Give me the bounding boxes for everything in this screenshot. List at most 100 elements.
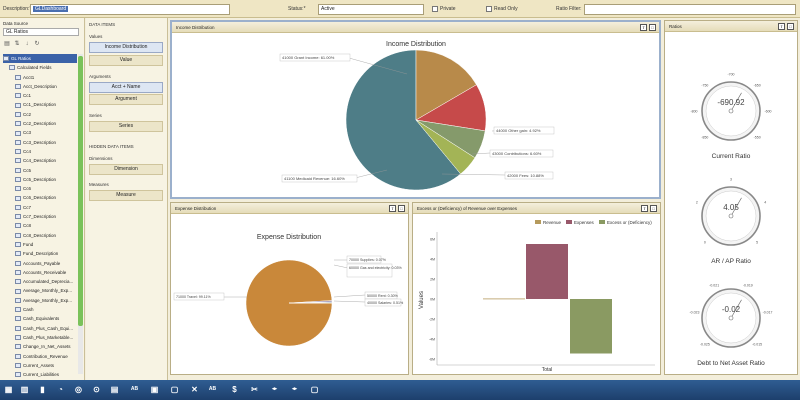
argument-button[interactable]: Argument: [89, 94, 163, 105]
bar-1[interactable]: [526, 244, 568, 299]
currency-icon[interactable]: $: [228, 383, 241, 396]
value-button[interactable]: Value: [89, 55, 163, 66]
tree-field-item[interactable]: Cc5_Description: [3, 175, 77, 184]
tree-field-item[interactable]: Cc1_Description: [3, 100, 77, 109]
tree-field-item[interactable]: Acct1: [3, 73, 77, 82]
bar-2[interactable]: [570, 299, 612, 354]
readonly-checkbox[interactable]: [486, 6, 492, 12]
gauge-tick-label: -0.023: [689, 311, 699, 315]
measure-button[interactable]: Measure: [89, 190, 163, 201]
maximize-icon[interactable]: □: [398, 205, 405, 212]
export-icon[interactable]: ⇪: [778, 23, 785, 30]
export-icon[interactable]: ⇪: [389, 205, 396, 212]
datasource-icon: [3, 56, 9, 62]
tree-field-item[interactable]: Cc6: [3, 184, 77, 193]
scroll-thumb[interactable]: [78, 56, 83, 326]
group-icon[interactable]: ▤: [3, 40, 11, 48]
tree-field-item[interactable]: Cc6_Description: [3, 193, 77, 202]
income-distribution-button[interactable]: Income Distribution: [89, 42, 163, 53]
maximize-icon[interactable]: □: [649, 24, 656, 31]
tree-field-item[interactable]: Change_In_Net_Assets: [3, 342, 77, 351]
gauge-tick-label: -650: [754, 83, 761, 87]
table-icon[interactable]: ▤: [108, 383, 121, 396]
tree-field-item[interactable]: Current_Liabilities: [3, 370, 77, 379]
acct-name-button[interactable]: Acct + Name: [89, 82, 163, 93]
gauge-tick-label: -550: [754, 136, 761, 140]
tree-field-item[interactable]: Cash_Plus_Marketable...: [3, 333, 77, 342]
export-icon[interactable]: ⇪: [641, 205, 648, 212]
tree-field-item[interactable]: Acct_Description: [3, 82, 77, 91]
excess-deficiency-panel[interactable]: Excess or (Deficiency) of Revenue over E…: [412, 202, 661, 375]
tree-scrollbar[interactable]: [78, 54, 83, 374]
expense-distribution-panel[interactable]: Expense Distribution ⇪ □ Expense Distrib…: [170, 202, 409, 375]
series-heading: Series: [89, 113, 102, 118]
tree-field-item[interactable]: Calculated Fields: [3, 63, 77, 72]
sort-desc-icon[interactable]: ↓: [23, 40, 31, 48]
tree-field-item[interactable]: Cash: [3, 305, 77, 314]
bar-chart-icon[interactable]: ▮: [36, 383, 49, 396]
card-icon[interactable]: ⊙: [90, 383, 103, 396]
legend-label: Revenue: [543, 220, 562, 225]
tree-field-item[interactable]: Fund: [3, 240, 77, 249]
tree-field-item[interactable]: Cc2: [3, 110, 77, 119]
tree-field-item[interactable]: Cash_Plus_Cash_Equi...: [3, 324, 77, 333]
refresh-icon[interactable]: ↻: [33, 40, 41, 48]
tree-field-item[interactable]: Current_Assets: [3, 361, 77, 370]
field-tree: GL Ratios Calculated Fields Acct1 Acct_Des…: [3, 54, 77, 389]
rename-icon[interactable]: AB: [206, 383, 219, 396]
maximize-icon[interactable]: □: [787, 23, 794, 30]
tree-field-item[interactable]: Cc8_Description: [3, 231, 77, 240]
tree-field-item[interactable]: Fund_Description: [3, 249, 77, 258]
income-distribution-panel[interactable]: Income Distribution ⇪ □ Income Distribut…: [170, 20, 661, 199]
tree-field-item[interactable]: Contribution_Revenue: [3, 352, 77, 361]
tree-field-item[interactable]: Cash_Equivalents: [3, 314, 77, 323]
tree-field-item[interactable]: Cc3_Description: [3, 138, 77, 147]
text-box-icon[interactable]: AB: [128, 383, 141, 396]
next-icon[interactable]: ◂▸: [288, 383, 301, 396]
tree-field-item[interactable]: Accounts_Payable: [3, 259, 77, 268]
image-icon[interactable]: ▣: [148, 383, 161, 396]
private-checkbox[interactable]: [432, 6, 438, 12]
ratios-panel[interactable]: Ratios ⇪ □ -850 -800 -750 -700 -650 -600 -550-…: [664, 20, 798, 375]
group-icon[interactable]: ▢: [168, 383, 181, 396]
pie-chart-icon[interactable]: ◔: [54, 383, 67, 396]
pivot-icon[interactable]: ▥: [18, 383, 31, 396]
pie-label: 50000 Rent: 0.30%: [367, 294, 399, 298]
series-button[interactable]: Series: [89, 121, 163, 132]
delete-icon[interactable]: ✕: [188, 383, 201, 396]
bar-0[interactable]: [483, 298, 525, 300]
previous-icon[interactable]: ◂▸: [268, 383, 281, 396]
window-icon[interactable]: ▢: [308, 383, 321, 396]
tree-field-item[interactable]: Accumulated_Deprecia...: [3, 277, 77, 286]
maximize-icon[interactable]: □: [650, 205, 657, 212]
tree-field-item[interactable]: Cc7: [3, 203, 77, 212]
export-icon[interactable]: ⇪: [640, 24, 647, 31]
ratio-gauges: -850 -800 -750 -700 -650 -600 -550 -690.92 Curre…: [689, 73, 772, 368]
tree-field-item[interactable]: Cc2_Description: [3, 119, 77, 128]
description-input[interactable]: GLDashboard: [30, 4, 230, 15]
tree-field-item[interactable]: Cc1: [3, 91, 77, 100]
data-source-select[interactable]: GL Ratios: [3, 28, 79, 36]
sort-icon[interactable]: ⇅: [13, 40, 21, 48]
field-icon: [15, 186, 21, 192]
tree-field-item[interactable]: Average_Monthly_Exp...: [3, 286, 77, 295]
tree-field-item[interactable]: Cc7_Description: [3, 212, 77, 221]
grid-icon[interactable]: ▦: [2, 383, 15, 396]
status-select[interactable]: Active: [318, 4, 424, 15]
pie-label: 44000 Other gain: 4.92%: [496, 128, 541, 133]
dimension-button[interactable]: Dimension: [89, 164, 163, 175]
cut-icon[interactable]: ✂: [248, 383, 261, 396]
tree-field-item[interactable]: Cc8: [3, 221, 77, 230]
tree-field-item[interactable]: Cc5: [3, 166, 77, 175]
legend-swatch: [599, 220, 605, 224]
tree-field-item[interactable]: Average_Monthly_Exp...: [3, 296, 77, 305]
ratio-filter-input[interactable]: [584, 4, 796, 15]
tree-field-item[interactable]: Cc4_Description: [3, 156, 77, 165]
tree-field-item[interactable]: Cc3: [3, 128, 77, 137]
tree-field-item[interactable]: Accounts_Receivable: [3, 268, 77, 277]
field-icon: [15, 223, 21, 229]
gauge-value: -690.92: [717, 98, 745, 107]
tree-root[interactable]: GL Ratios: [3, 54, 77, 64]
gauge-icon[interactable]: ◎: [72, 383, 85, 396]
tree-field-item[interactable]: Cc4: [3, 147, 77, 156]
